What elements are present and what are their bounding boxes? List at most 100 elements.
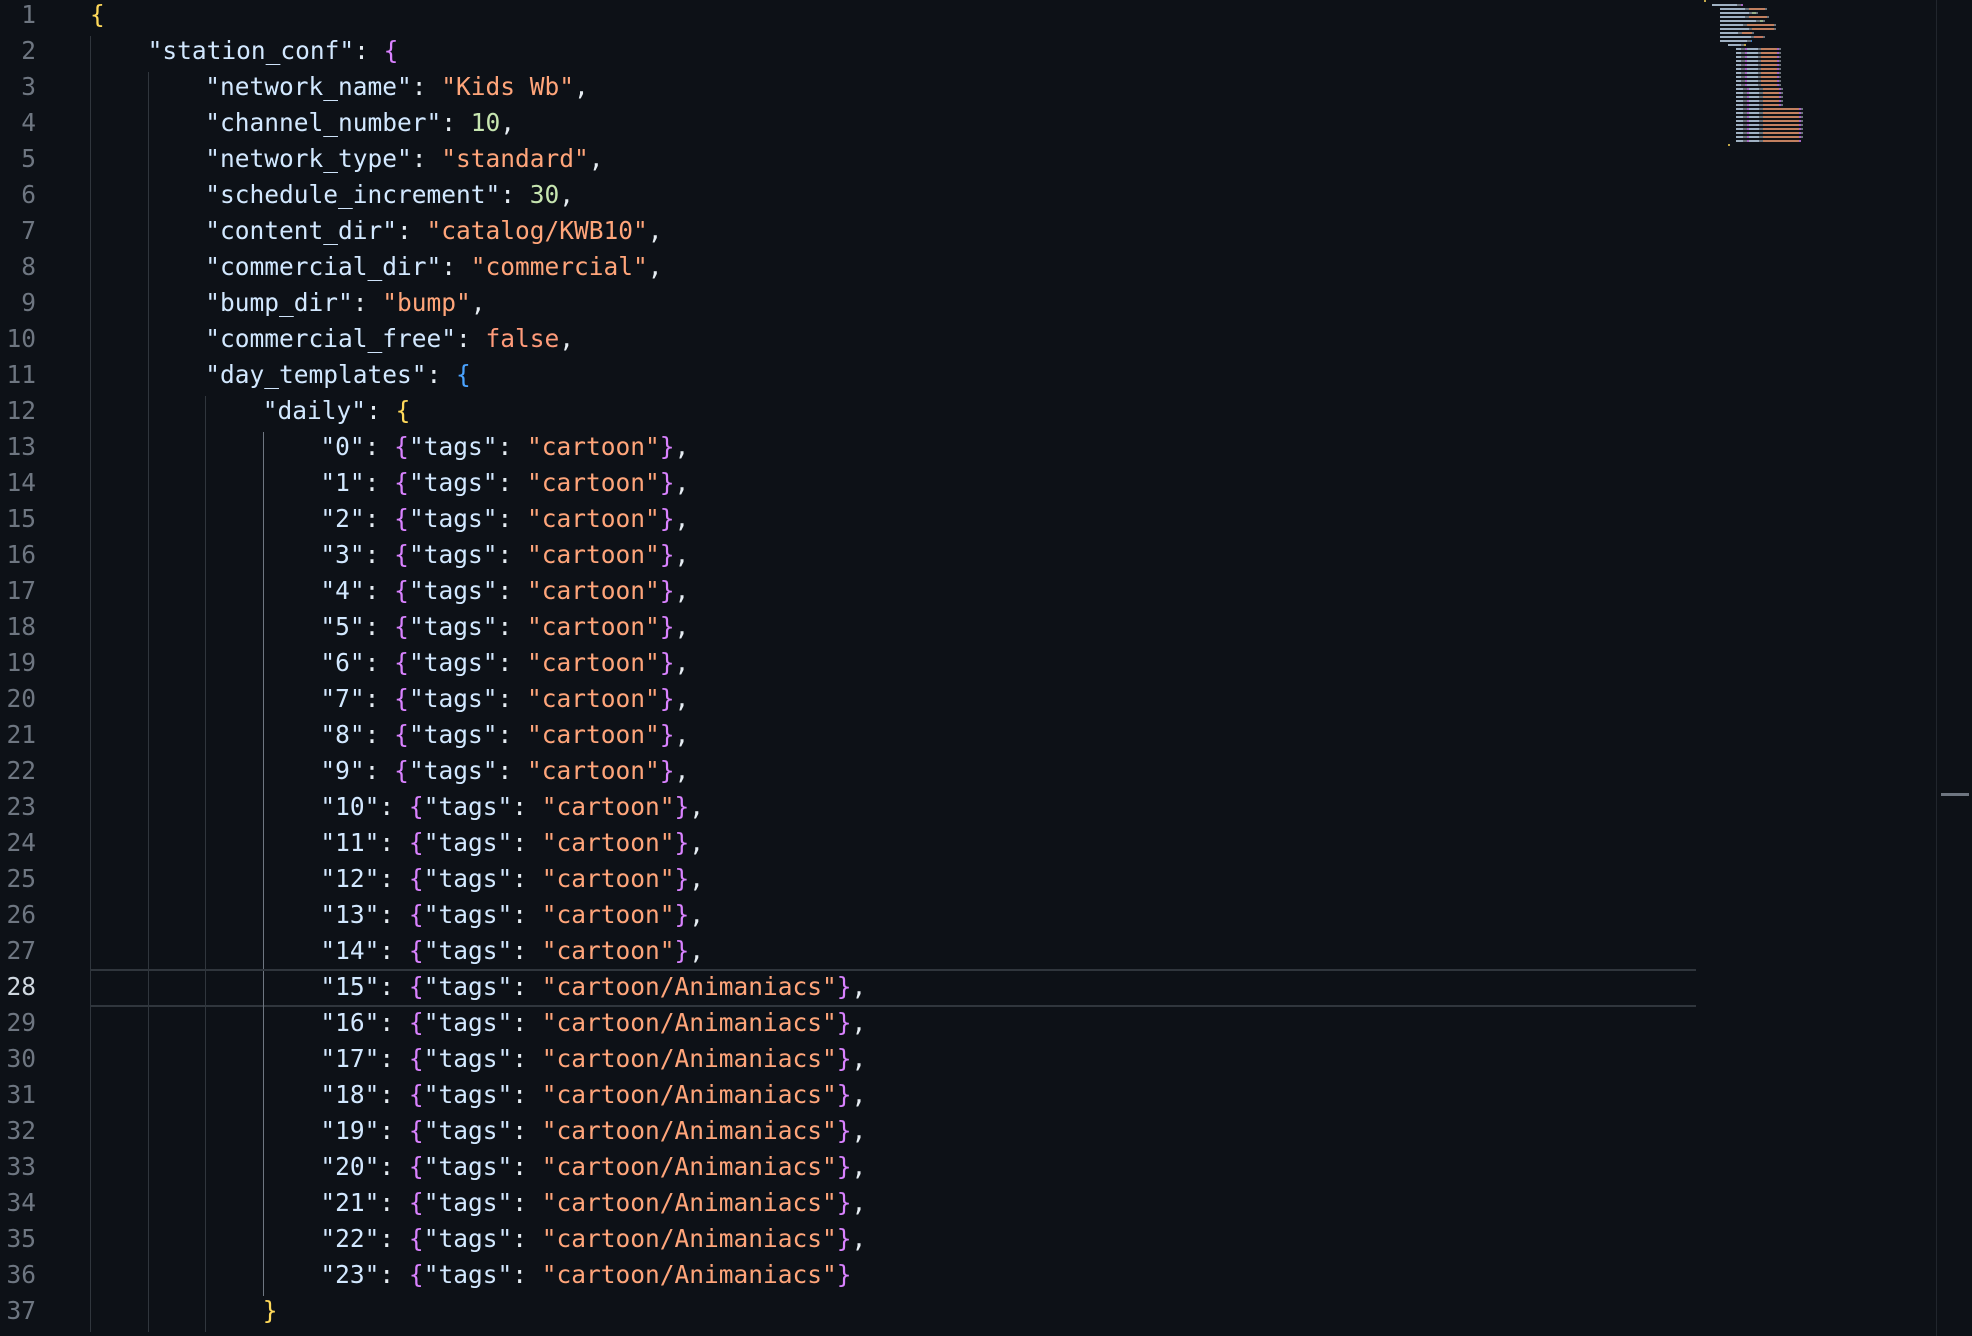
punctuation: : [455, 324, 486, 353]
code-line[interactable]: "schedule_increment": 30, [205, 177, 574, 213]
punctuation: : [512, 1188, 542, 1217]
code-line[interactable]: "network_name": "Kids Wb", [205, 69, 589, 105]
indent-guide [90, 720, 91, 756]
code-line[interactable]: "21": {"tags": "cartoon/Animaniacs"}, [320, 1185, 866, 1221]
code-line[interactable]: "11": {"tags": "cartoon"}, [320, 825, 704, 861]
punctuation: : [396, 216, 427, 245]
json-key: "tags" [423, 828, 513, 857]
code-line[interactable]: "15": {"tags": "cartoon/Animaniacs"}, [320, 969, 866, 1005]
bracket: { [394, 468, 409, 497]
code-line[interactable]: "10": {"tags": "cartoon"}, [320, 789, 704, 825]
minimap-token [1779, 48, 1781, 50]
json-key: "18" [320, 1080, 380, 1109]
bracket: { [408, 828, 424, 857]
code-line[interactable]: "commercial_free": false, [205, 321, 574, 357]
code-line[interactable]: "1": {"tags": "cartoon"}, [320, 465, 689, 501]
code-line[interactable]: "13": {"tags": "cartoon"}, [320, 897, 704, 933]
code-line[interactable]: "14": {"tags": "cartoon"}, [320, 933, 704, 969]
code-line[interactable]: "5": {"tags": "cartoon"}, [320, 609, 689, 645]
punctuation: : [512, 936, 542, 965]
code-line[interactable]: "0": {"tags": "cartoon"}, [320, 429, 689, 465]
code-line[interactable]: "station_conf": { [148, 33, 399, 69]
punctuation: : [500, 180, 530, 209]
indent-guide [147, 1188, 149, 1224]
code-editor[interactable]: 1 2 3 4 5 6 7 8 9 10 11 12 13 14 15 16 17 18 19 20 21 22 23 24 2… [0, 0, 1972, 1336]
string-value: "cartoon" [526, 648, 660, 677]
code-line[interactable]: "3": {"tags": "cartoon"}, [320, 537, 689, 573]
minimap-token [1750, 40, 1753, 42]
string-value: "cartoon/Animaniacs" [541, 1152, 837, 1181]
code-line[interactable]: "network_type": "standard", [205, 141, 603, 177]
punctuation: , [689, 792, 705, 821]
json-key: "3" [320, 540, 365, 569]
code-line[interactable]: "20": {"tags": "cartoon/Animaniacs"}, [320, 1149, 866, 1185]
code-line[interactable]: { [90, 0, 105, 33]
code-line[interactable]: "18": {"tags": "cartoon/Animaniacs"}, [320, 1077, 866, 1113]
minimap-token [1763, 20, 1765, 22]
string-value: "bump" [382, 288, 471, 317]
code-line[interactable]: "channel_number": 10, [205, 105, 515, 141]
punctuation: : [497, 576, 527, 605]
vertical-scrollbar[interactable] [1936, 0, 1972, 1336]
code-line[interactable]: "bump_dir": "bump", [205, 285, 485, 321]
line-number: 3 [21, 72, 36, 101]
code-line[interactable]: "8": {"tags": "cartoon"}, [320, 717, 689, 753]
code-line[interactable]: "17": {"tags": "cartoon/Animaniacs"}, [320, 1041, 866, 1077]
code-line[interactable]: "19": {"tags": "cartoon/Animaniacs"}, [320, 1113, 866, 1149]
minimap-token [1763, 108, 1799, 110]
code-line[interactable]: "day_templates": { [205, 357, 471, 393]
json-key: "11" [320, 828, 380, 857]
line-number: 12 [6, 396, 36, 425]
code-line[interactable]: "6": {"tags": "cartoon"}, [320, 645, 689, 681]
punctuation: : [366, 396, 396, 425]
indent-guide [90, 1260, 91, 1296]
code-area[interactable]: { "station_conf": {"network_name": "Kids … [90, 0, 1700, 1336]
json-key: "tags" [423, 900, 513, 929]
minimap[interactable] [1704, 0, 1814, 200]
minimap-token [1763, 140, 1799, 142]
indent-guide [90, 108, 91, 144]
indent-guide [90, 432, 91, 468]
string-value: "cartoon/Animaniacs" [541, 1116, 837, 1145]
code-line[interactable]: "commercial_dir": "commercial", [205, 249, 662, 285]
code-line[interactable]: "16": {"tags": "cartoon/Animaniacs"}, [320, 1005, 866, 1041]
code-line[interactable]: "22": {"tags": "cartoon/Animaniacs"}, [320, 1221, 866, 1257]
bracket: } [836, 1116, 852, 1145]
code-line[interactable]: "9": {"tags": "cartoon"}, [320, 753, 689, 789]
punctuation: : [379, 1224, 409, 1253]
code-line[interactable]: "4": {"tags": "cartoon"}, [320, 573, 689, 609]
indent-guide [90, 324, 91, 360]
code-line[interactable]: } [263, 1293, 278, 1329]
code-line[interactable]: "2": {"tags": "cartoon"}, [320, 501, 689, 537]
line-number: 19 [6, 648, 36, 677]
minimap-token [1800, 124, 1803, 126]
indent-guide [262, 1188, 264, 1224]
indent-guide [90, 1224, 91, 1260]
code-line[interactable]: "12": {"tags": "cartoon"}, [320, 861, 704, 897]
json-key: "tags" [423, 972, 513, 1001]
minimap-token [1763, 112, 1799, 114]
indent-guide [147, 576, 149, 612]
code-line[interactable]: "7": {"tags": "cartoon"}, [320, 681, 689, 717]
indent-guide [262, 468, 264, 504]
code-line[interactable]: "daily": { [263, 393, 411, 429]
minimap-token [1763, 92, 1780, 94]
bracket: } [836, 1080, 852, 1109]
punctuation: , [851, 1080, 867, 1109]
minimap-token [1748, 128, 1760, 130]
indent-guide [90, 396, 91, 432]
code-line[interactable]: "23": {"tags": "cartoon/Animaniacs"} [320, 1257, 851, 1293]
bracket: { [394, 756, 409, 785]
indent-guide [90, 216, 91, 252]
string-value: "cartoon/Animaniacs" [541, 1224, 837, 1253]
minimap-token [1779, 80, 1781, 82]
indent-guide [147, 972, 149, 1008]
indent-guide [262, 432, 264, 468]
punctuation: : [411, 144, 442, 173]
punctuation: , [851, 1116, 867, 1145]
json-key: "network_name" [205, 72, 412, 101]
code-line[interactable]: "content_dir": "catalog/KWB10", [205, 213, 662, 249]
minimap-token [1748, 132, 1760, 134]
line-number: 9 [21, 288, 36, 317]
minimap-token [1748, 120, 1760, 122]
